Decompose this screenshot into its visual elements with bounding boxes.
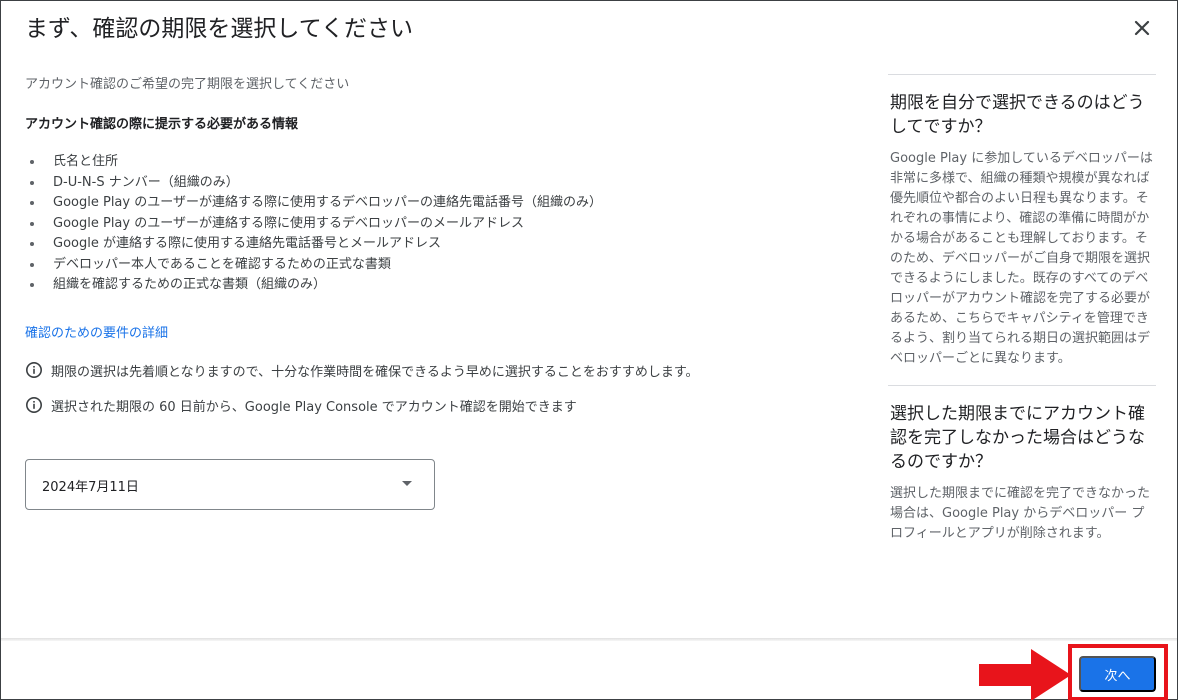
close-button[interactable] — [1129, 15, 1155, 41]
list-item: D-U-N-S ナンバー（組織のみ） — [25, 173, 625, 194]
info-note: 選択された期限の 60 日前から、Google Play Console でアカ… — [25, 396, 825, 415]
close-icon — [1134, 20, 1150, 36]
list-item: Google Play のユーザーが連絡する際に使用するデベロッパーのメールアド… — [25, 214, 625, 235]
divider — [888, 74, 1156, 75]
main-content: アカウント確認のご希望の完了期限を選択してください アカウント確認の際に提示する… — [25, 73, 825, 415]
faq-heading: 期限を自分で選択できるのはどうしてですか？ — [890, 93, 1145, 137]
requirements-heading: アカウント確認の際に提示する必要がある情報 — [25, 117, 299, 132]
deadline-date-select[interactable]: 2024年7月11日 — [25, 459, 435, 510]
requirements-list: 氏名と住所 D-U-N-S ナンバー（組織のみ） Google Play のユー… — [25, 152, 625, 296]
dropdown-arrow-icon — [402, 481, 412, 486]
list-item: 氏名と住所 — [25, 152, 625, 173]
divider — [888, 385, 1156, 386]
faq-sidebar: 期限を自分で選択できるのはどうしてですか？ Google Play に参加してい… — [888, 74, 1156, 544]
dialog-title: まず、確認の期限を選択してください — [25, 16, 414, 42]
verification-deadline-dialog: まず、確認の期限を選択してください アカウント確認のご希望の完了期限を選択してく… — [0, 0, 1178, 700]
list-item: デベロッパー本人であることを確認するための正式な書類 — [25, 255, 625, 276]
info-note-text: 期限の選択は先着順となりますので、十分な作業時間を確保できるよう早めに選択するこ… — [51, 364, 699, 380]
list-item: 組織を確認するための正式な書類（組織のみ） — [25, 275, 625, 296]
info-note-text: 選択された期限の 60 日前から、Google Play Console でアカ… — [51, 399, 577, 415]
highlight-arrow-icon — [979, 649, 1071, 700]
list-item: Google Play のユーザーが連絡する際に使用するデベロッパーの連絡先電話… — [25, 193, 625, 214]
list-item: Google が連絡する際に使用する連絡先電話番号とメールアドレス — [25, 234, 625, 255]
requirements-details-link[interactable]: 確認のための要件の詳細 — [25, 322, 168, 341]
faq-heading: 選択した期限までにアカウント確認を完了しなかった場合はどうなるのですか？ — [890, 404, 1145, 472]
faq-body: Google Play に参加しているデベロッパーは非常に多様で、組織の種類や規… — [890, 151, 1153, 366]
footer-divider — [1, 638, 1177, 641]
info-note: 期限の選択は先着順となりますので、十分な作業時間を確保できるよう早めに選択するこ… — [25, 361, 825, 380]
selected-date: 2024年7月11日 — [42, 480, 139, 495]
subtitle: アカウント確認のご希望の完了期限を選択してください — [25, 77, 350, 92]
info-icon — [26, 397, 42, 413]
info-icon — [26, 362, 42, 378]
next-button[interactable]: 次へ — [1079, 656, 1156, 692]
faq-body: 選択した期限までに確認を完了できなかった場合は、Google Play からデベ… — [890, 486, 1151, 541]
